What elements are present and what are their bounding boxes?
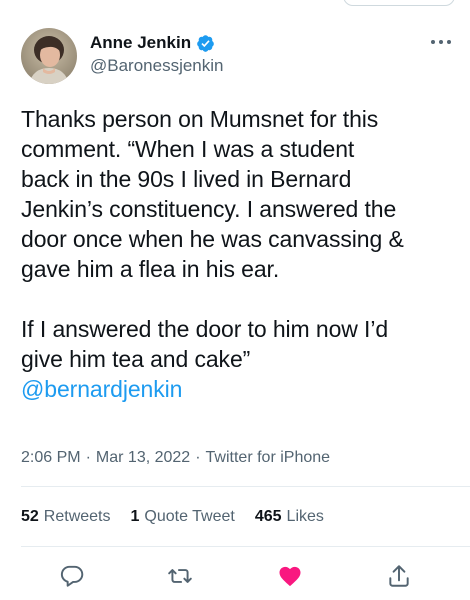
likes-stat[interactable]: 465 Likes: [255, 508, 324, 526]
verified-badge-icon: [197, 34, 214, 52]
tweet-line: door once when he was canvassing &: [21, 226, 404, 252]
tweet-source[interactable]: Twitter for iPhone: [206, 449, 331, 467]
divider: [21, 486, 470, 487]
quote-tweets-stat[interactable]: 1 Quote Tweet: [131, 508, 235, 526]
meta-separator: ·: [195, 449, 201, 466]
reply-icon[interactable]: [59, 563, 85, 589]
avatar[interactable]: [21, 28, 77, 84]
mention-link[interactable]: @bernardjenkin: [21, 376, 182, 402]
retweets-label: Retweets: [43, 508, 111, 525]
display-name-row: Anne Jenkin: [90, 32, 224, 54]
retweets-count: 52: [21, 508, 39, 525]
tweet-date[interactable]: Mar 13, 2022: [96, 449, 190, 467]
share-icon[interactable]: [386, 563, 412, 589]
avatar-image: [21, 28, 77, 84]
tweet-line: Thanks person on Mumsnet for this: [21, 106, 379, 132]
tweet-line: back in the 90s I lived in Bernard: [21, 166, 352, 192]
user-handle[interactable]: @Baronessjenkin: [90, 54, 224, 78]
more-options-icon[interactable]: [430, 36, 452, 48]
user-names: Anne Jenkin @Baronessjenkin: [90, 32, 224, 78]
quote-tweets-count: 1: [130, 508, 140, 525]
meta-separator: ·: [85, 449, 91, 466]
tweet-time[interactable]: 2:06 PM: [21, 449, 81, 467]
tweet-meta: 2:06 PM · Mar 13, 2022 · Twitter for iPh…: [21, 449, 330, 467]
quote-tweets-label: Quote Tweet: [144, 508, 235, 525]
tweet-line: gave him a flea in his ear.: [21, 256, 280, 282]
divider: [21, 546, 470, 547]
tweet-text: Thanks person on Mumsnet for this commen…: [21, 104, 461, 404]
tweet-line: Jenkin’s constituency. I answered the: [21, 196, 397, 222]
tweet-stats: 52 Retweets 1 Quote Tweet 465 Likes: [21, 508, 324, 526]
tweet-header: Anne Jenkin @Baronessjenkin: [21, 28, 452, 88]
display-name[interactable]: Anne Jenkin: [90, 32, 191, 54]
heart-icon[interactable]: [277, 563, 303, 589]
tweet-actions: [59, 563, 411, 589]
retweet-icon[interactable]: [167, 563, 193, 589]
retweets-stat[interactable]: 52 Retweets: [21, 508, 111, 526]
tweet-line: comment. “When I was a student: [21, 136, 355, 162]
top-pill-button[interactable]: [343, 0, 455, 6]
likes-count: 465: [254, 508, 282, 525]
likes-label: Likes: [286, 508, 324, 525]
tweet-line: If I answered the door to him now I’d: [21, 316, 389, 342]
tweet-line: give him tea and cake”: [21, 346, 251, 372]
